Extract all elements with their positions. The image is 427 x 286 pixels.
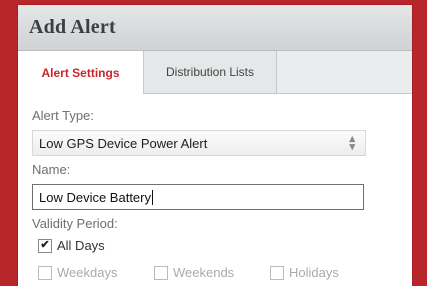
- validity-period-label: Validity Period:: [32, 216, 118, 231]
- name-field[interactable]: Low Device Battery: [32, 184, 364, 210]
- all-days-label: All Days: [57, 238, 105, 253]
- alert-type-select[interactable]: Low GPS Device Power Alert ▴ ▾: [32, 130, 366, 156]
- all-days-checkbox[interactable]: ✔: [38, 238, 52, 253]
- holidays-checkbox[interactable]: [270, 265, 284, 280]
- add-alert-dialog: Add Alert Alert Settings Distribution Li…: [18, 5, 412, 286]
- weekends-option[interactable]: Weekends: [154, 265, 270, 280]
- holidays-option[interactable]: Holidays: [270, 265, 386, 280]
- tab-bar: Alert Settings Distribution Lists: [18, 51, 412, 94]
- alert-type-label: Alert Type:: [32, 108, 94, 123]
- weekdays-option[interactable]: Weekdays: [38, 265, 154, 280]
- weekends-checkbox[interactable]: [154, 265, 168, 280]
- weekdays-checkbox[interactable]: [38, 265, 52, 280]
- alert-settings-content: Alert Type: Low GPS Device Power Alert ▴…: [18, 108, 412, 280]
- text-cursor: [152, 189, 153, 205]
- dialog-title: Add Alert: [18, 5, 412, 51]
- name-label: Name:: [32, 162, 71, 177]
- weekends-label: Weekends: [173, 265, 235, 280]
- select-arrows-icon: ▴ ▾: [349, 133, 355, 153]
- name-field-value: Low Device Battery: [39, 189, 151, 205]
- alert-type-value: Low GPS Device Power Alert: [39, 135, 208, 151]
- weekdays-label: Weekdays: [57, 265, 118, 280]
- tab-alert-settings[interactable]: Alert Settings: [18, 51, 144, 94]
- tab-distribution-lists[interactable]: Distribution Lists: [144, 51, 277, 93]
- holidays-label: Holidays: [289, 265, 339, 280]
- all-days-option[interactable]: ✔ All Days: [32, 238, 412, 253]
- day-options-row: Weekdays Weekends Holidays: [32, 265, 412, 280]
